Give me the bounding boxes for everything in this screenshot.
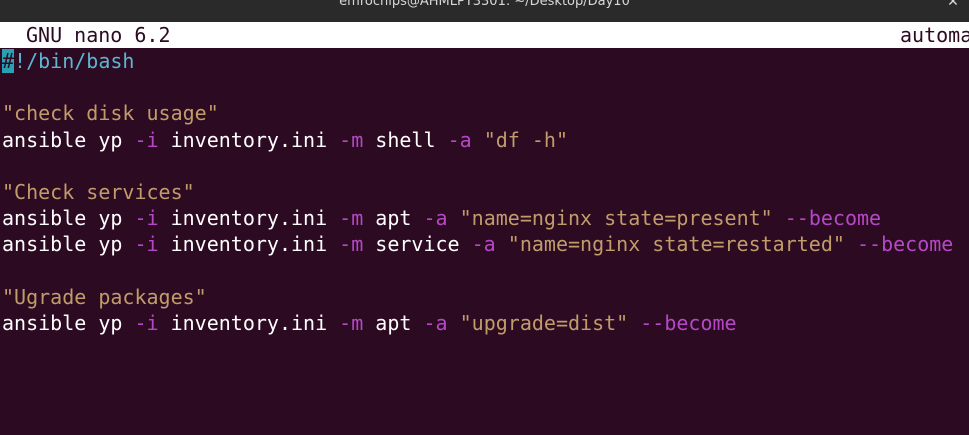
- code-token: inventory.ini: [158, 127, 340, 152]
- editor-line: "check disk usage": [2, 100, 967, 126]
- close-icon[interactable]: ✕: [945, 0, 961, 10]
- editor-line: ansible yp -i inventory.ini -m service -…: [2, 231, 967, 257]
- code-token: inventory.ini: [158, 232, 340, 257]
- editor-line: ansible yp -i inventory.ini -m apt -a "u…: [2, 310, 967, 336]
- code-token: -a: [471, 232, 496, 257]
- window-titlebar: emrochips@AHMLPT3301: ~/Desktop/Day10 ✕: [0, 0, 969, 22]
- nano-header: GNU nano 6.2 automa: [0, 22, 969, 48]
- code-token: -a: [423, 206, 448, 231]
- code-token: "name=nginx state=restarted": [507, 232, 845, 257]
- code-token: "df -h": [483, 127, 568, 152]
- code-token: service: [363, 232, 472, 257]
- code-token: --become: [784, 206, 882, 231]
- editor-line: "Ugrade packages": [2, 284, 967, 310]
- code-token: -m: [339, 127, 364, 152]
- code-token: -i: [134, 127, 159, 152]
- editor-line: #!/bin/bash: [2, 48, 967, 74]
- code-token: !/bin/bash: [14, 49, 135, 73]
- code-token: -a: [423, 310, 448, 335]
- code-token: shell: [363, 127, 448, 152]
- code-token: -m: [339, 206, 364, 231]
- code-token: -i: [134, 232, 159, 257]
- code-token: --become: [640, 310, 737, 335]
- filename: automa: [900, 23, 969, 47]
- code-token: apt: [363, 206, 424, 231]
- app-version: GNU nano 6.2: [26, 23, 171, 47]
- editor-line: ansible yp -i inventory.ini -m apt -a "n…: [2, 205, 967, 231]
- code-token: ansible yp: [2, 310, 135, 335]
- code-token: --become: [856, 232, 954, 257]
- code-token: ansible yp: [2, 232, 135, 257]
- code-token: -i: [134, 206, 159, 231]
- code-token: inventory.ini: [158, 206, 340, 231]
- code-token: "name=nginx state=present": [459, 206, 773, 231]
- code-token: -i: [134, 310, 159, 335]
- code-token: -m: [339, 310, 364, 335]
- code-token: "check disk usage": [2, 101, 219, 126]
- code-token: -m: [339, 232, 364, 257]
- code-token: "Ugrade packages": [2, 284, 207, 309]
- code-token: apt: [363, 310, 424, 335]
- code-token: "upgrade=dist": [459, 310, 629, 335]
- editor-line: "Check services": [2, 179, 967, 205]
- window-title: emrochips@AHMLPT3301: ~/Desktop/Day10: [339, 0, 630, 9]
- editor-text-area[interactable]: #!/bin/bash "check disk usage" ansible yp…: [2, 48, 967, 433]
- code-token: ansible yp: [2, 127, 135, 152]
- code-token: ansible yp: [2, 206, 135, 231]
- editor-line: ansible yp -i inventory.ini -m shell -a …: [2, 127, 967, 153]
- text-cursor: #: [2, 49, 15, 73]
- code-token: inventory.ini: [158, 310, 340, 335]
- code-token: "Check services": [2, 179, 195, 204]
- code-token: -a: [447, 127, 472, 152]
